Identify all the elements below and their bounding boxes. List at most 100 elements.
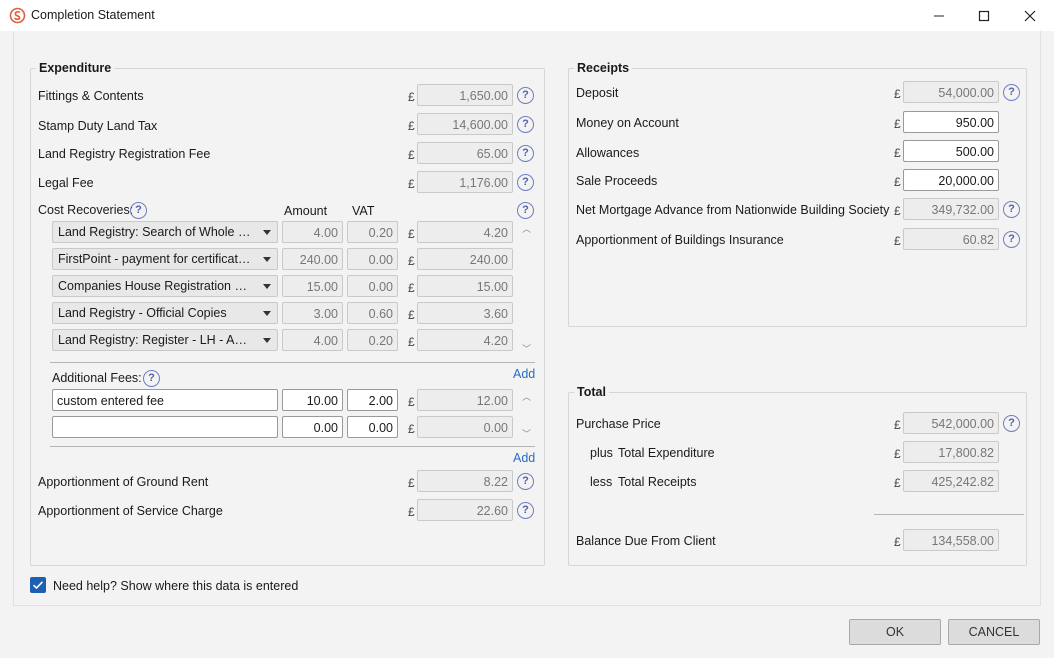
plus-prefix: plus — [590, 446, 613, 460]
service-charge-field: 22.60 — [417, 499, 513, 521]
help-icon[interactable]: ? — [1003, 201, 1020, 218]
help-icon[interactable]: ? — [517, 502, 534, 519]
ok-button[interactable]: OK — [849, 619, 941, 645]
cost-recovery-select[interactable]: Land Registry: Register - LH - ABC1... — [52, 329, 278, 351]
add-additional-fee-link[interactable]: Add — [513, 451, 535, 465]
currency-symbol: £ — [894, 87, 901, 101]
additional-fee-description-input[interactable]: custom entered fee — [52, 389, 278, 411]
allowances-input[interactable]: 500.00 — [903, 140, 999, 162]
add-cost-recovery-link[interactable]: Add — [513, 367, 535, 381]
scroll-up-icon[interactable]: ︿ — [522, 222, 531, 235]
scroll-down-icon[interactable]: ﹀ — [522, 342, 531, 355]
chevron-down-icon — [263, 257, 271, 262]
cost-recoveries-label: Cost Recoveries: — [38, 203, 134, 217]
help-icon[interactable]: ? — [517, 202, 534, 219]
currency-symbol: £ — [894, 117, 901, 131]
cost-recovery-total: 15.00 — [417, 275, 513, 297]
help-icon[interactable]: ? — [130, 202, 147, 219]
currency-symbol: £ — [894, 476, 901, 490]
cancel-button[interactable]: CANCEL — [948, 619, 1040, 645]
scroll-down-icon[interactable]: ﹀ — [522, 427, 531, 440]
divider — [50, 362, 535, 363]
help-icon[interactable]: ? — [517, 87, 534, 104]
help-icon[interactable]: ? — [517, 473, 534, 490]
currency-symbol: £ — [894, 234, 901, 248]
additional-fee-vat-input[interactable]: 2.00 — [347, 389, 398, 411]
cost-recovery-amount: 4.00 — [282, 221, 343, 243]
ground-rent-label: Apportionment of Ground Rent — [38, 475, 209, 489]
currency-symbol: £ — [408, 148, 415, 162]
additional-fee-description-input[interactable] — [52, 416, 278, 438]
cost-recovery-vat: 0.20 — [347, 329, 398, 351]
maximize-icon — [978, 10, 990, 21]
receipts-title: Receipts — [574, 61, 633, 75]
currency-symbol: £ — [408, 177, 415, 191]
chevron-down-icon — [263, 311, 271, 316]
additional-fee-amount-input[interactable]: 0.00 — [282, 416, 343, 438]
currency-symbol: £ — [894, 146, 901, 160]
chevron-down-icon — [263, 284, 271, 289]
cost-recovery-select[interactable]: Land Registry - Official Copies — [52, 302, 278, 324]
total-title: Total — [574, 385, 609, 399]
fittings-field: 1,650.00 — [417, 84, 513, 106]
ground-rent-field: 8.22 — [417, 470, 513, 492]
help-icon[interactable]: ? — [1003, 84, 1020, 101]
purchase-price-field: 542,000.00 — [903, 412, 999, 434]
title-bar: Completion Statement — [0, 0, 1054, 31]
money-on-account-label: Money on Account — [576, 116, 679, 130]
currency-symbol: £ — [408, 254, 415, 268]
fittings-label: Fittings & Contents — [38, 89, 144, 103]
currency-symbol: £ — [894, 535, 901, 549]
sale-proceeds-label: Sale Proceeds — [576, 174, 658, 188]
sale-proceeds-input[interactable]: 20,000.00 — [903, 169, 999, 191]
scroll-up-icon[interactable]: ︿ — [522, 390, 531, 403]
minimize-button[interactable] — [916, 0, 962, 31]
minimize-icon — [934, 15, 944, 16]
close-button[interactable] — [1007, 0, 1053, 31]
cost-recovery-select[interactable]: Companies House Registration Fee — [52, 275, 278, 297]
show-help-label[interactable]: Need help? Show where this data is enter… — [53, 579, 298, 593]
total-receipts-label: Total Receipts — [618, 475, 697, 489]
help-icon[interactable]: ? — [517, 174, 534, 191]
currency-symbol: £ — [894, 447, 901, 461]
currency-symbol: £ — [894, 418, 901, 432]
money-on-account-input[interactable]: 950.00 — [903, 111, 999, 133]
expenditure-title: Expenditure — [36, 61, 115, 75]
mortgage-advance-label: Net Mortgage Advance from Nationwide Bui… — [576, 203, 890, 217]
help-icon[interactable]: ? — [517, 116, 534, 133]
cost-recovery-select[interactable]: FirstPoint - payment for certificate... — [52, 248, 278, 270]
cost-recovery-amount: 4.00 — [282, 329, 343, 351]
currency-symbol: £ — [408, 335, 415, 349]
currency-symbol: £ — [894, 175, 901, 189]
currency-symbol: £ — [894, 204, 901, 218]
stamp-duty-label: Stamp Duty Land Tax — [38, 119, 158, 133]
currency-symbol: £ — [408, 308, 415, 322]
buildings-insurance-label: Apportionment of Buildings Insurance — [576, 233, 784, 247]
purchase-price-label: Purchase Price — [576, 417, 661, 431]
maximize-button[interactable] — [961, 0, 1007, 31]
amount-header: Amount — [284, 204, 328, 218]
help-icon[interactable]: ? — [517, 145, 534, 162]
show-help-checkbox[interactable] — [30, 577, 46, 593]
currency-symbol: £ — [408, 476, 415, 490]
deposit-label: Deposit — [576, 86, 619, 100]
mortgage-advance-field: 349,732.00 — [903, 198, 999, 220]
balance-due-field: 134,558.00 — [903, 529, 999, 551]
total-expenditure-label: Total Expenditure — [618, 446, 715, 460]
additional-fee-vat-input[interactable]: 0.00 — [347, 416, 398, 438]
cost-recovery-select[interactable]: Land Registry: Search of Whole - AB... — [52, 221, 278, 243]
currency-symbol: £ — [408, 422, 415, 436]
chevron-down-icon — [263, 338, 271, 343]
app-logo-icon — [9, 7, 26, 24]
cost-recovery-total: 4.20 — [417, 329, 513, 351]
currency-symbol: £ — [408, 395, 415, 409]
additional-fee-amount-input[interactable]: 10.00 — [282, 389, 343, 411]
help-icon[interactable]: ? — [143, 370, 160, 387]
help-icon[interactable]: ? — [1003, 415, 1020, 432]
cost-recovery-vat: 0.20 — [347, 221, 398, 243]
additional-fee-total: 0.00 — [417, 416, 513, 438]
cost-recovery-amount: 3.00 — [282, 302, 343, 324]
land-registry-fee-label: Land Registry Registration Fee — [38, 147, 211, 161]
service-charge-label: Apportionment of Service Charge — [38, 504, 223, 518]
help-icon[interactable]: ? — [1003, 231, 1020, 248]
